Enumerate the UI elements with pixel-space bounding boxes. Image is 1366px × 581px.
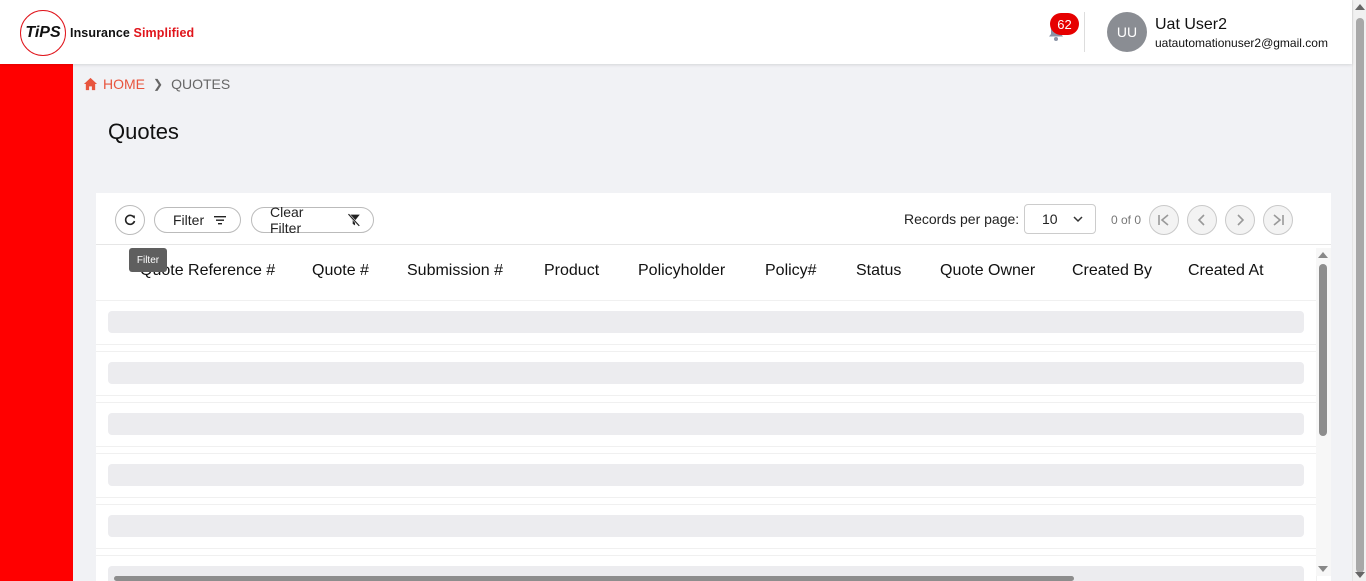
skeleton-row [96, 454, 1316, 497]
top-header: TiPS Insurance Simplified 62 UU Uat User… [0, 0, 1352, 64]
page-scrollbar[interactable] [1352, 0, 1366, 581]
page-info: 0 of 0 [1111, 213, 1142, 227]
records-per-page-select[interactable]: 10 [1024, 204, 1096, 234]
column-header[interactable]: Quote Owner [940, 262, 1035, 280]
clear-filter-button-label: Clear Filter [270, 204, 304, 236]
column-header[interactable]: Created By [1072, 262, 1152, 280]
column-header[interactable]: Policy# [765, 262, 817, 280]
user-name[interactable]: Uat User2 [1155, 16, 1227, 34]
header-divider [1084, 12, 1085, 52]
scroll-thumb[interactable] [1319, 264, 1327, 436]
skeleton-row [96, 403, 1316, 446]
quotes-table-card: Filter Clear Filter Records per page: 10… [96, 193, 1331, 581]
brand-logo[interactable]: TiPS Insurance Simplified [20, 10, 194, 56]
records-per-page-value: 10 [1042, 211, 1058, 227]
page-scroll-thumb[interactable] [1356, 18, 1364, 573]
chevron-right-icon [1237, 214, 1245, 226]
skeleton-bar [108, 515, 1304, 537]
scroll-up-arrow[interactable] [1318, 252, 1328, 258]
first-page-icon [1158, 214, 1169, 226]
logo-badge: TiPS [20, 10, 66, 56]
breadcrumb-current: QUOTES [171, 76, 231, 92]
chevron-down-icon [1073, 216, 1083, 223]
column-header[interactable]: Submission # [407, 262, 503, 280]
page-title: Quotes [108, 119, 179, 144]
logo-tagline-insurance: Insurance [70, 26, 130, 40]
page-scroll-up-arrow[interactable] [1355, 4, 1365, 10]
refresh-button[interactable] [115, 205, 145, 235]
logo-tagline: Insurance Simplified [70, 26, 194, 40]
chevron-right-icon: ❯ [153, 77, 164, 91]
notification-count-badge: 62 [1050, 13, 1079, 35]
column-header[interactable]: Product [544, 262, 599, 280]
column-header[interactable]: Status [856, 262, 901, 280]
logo-tagline-simplified: Simplified [133, 26, 195, 40]
last-page-button[interactable] [1263, 205, 1293, 235]
chevron-left-icon [1197, 214, 1205, 226]
avatar[interactable]: UU [1107, 12, 1147, 52]
sidebar [0, 64, 73, 581]
skeleton-bar [108, 464, 1304, 486]
first-page-button[interactable] [1149, 205, 1179, 235]
next-page-button[interactable] [1225, 205, 1255, 235]
records-per-page-label: Records per page: [904, 211, 1020, 227]
filter-tooltip: Filter [129, 248, 167, 272]
filter-button-label: Filter [173, 212, 205, 228]
filter-lines-icon [214, 216, 227, 225]
refresh-icon [124, 214, 136, 226]
previous-page-button[interactable] [1187, 205, 1217, 235]
filter-button[interactable]: Filter [154, 207, 241, 233]
user-email: uatautomationuser2@gmail.com [1155, 36, 1328, 50]
breadcrumb: HOME ❯ QUOTES [83, 76, 230, 92]
home-icon[interactable] [83, 77, 98, 91]
clear-filter-button[interactable]: Clear Filter [251, 204, 374, 236]
breadcrumb-home[interactable]: HOME [103, 76, 145, 92]
skeleton-row [96, 301, 1316, 344]
skeleton-bar [108, 311, 1304, 333]
table-toolbar: Filter Clear Filter Records per page: 10… [96, 193, 1331, 245]
skeleton-bar [108, 362, 1304, 384]
table-header-row: Quote Reference # Quote # Submission # P… [96, 246, 1316, 296]
scroll-down-arrow[interactable] [1318, 566, 1328, 572]
skeleton-row [96, 352, 1316, 395]
page-scroll-down-arrow[interactable] [1355, 572, 1365, 578]
logo-letters: TiPS [25, 24, 61, 41]
skeleton-row [96, 505, 1316, 548]
column-header[interactable]: Quote # [312, 262, 369, 280]
skeleton-bar [108, 413, 1304, 435]
table-vertical-scrollbar[interactable] [1316, 248, 1331, 576]
clear-filter-icon [347, 213, 361, 227]
last-page-icon [1273, 214, 1284, 226]
table-horizontal-scrollbar[interactable] [114, 576, 1074, 581]
column-header[interactable]: Created At [1188, 262, 1264, 280]
column-header[interactable]: Policyholder [638, 262, 725, 280]
